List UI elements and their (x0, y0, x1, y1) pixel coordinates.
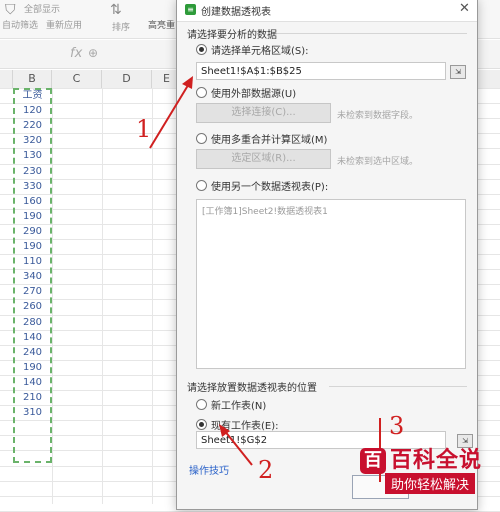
arrow-2 (223, 429, 253, 466)
arrow-1 (149, 81, 191, 149)
annotation-3: 3 (389, 412, 405, 440)
watermark-subtitle: 助你轻松解决 (385, 473, 476, 494)
annotation-2: 2 (258, 456, 274, 484)
watermark-logo: 百 (360, 448, 386, 474)
annotation-1: 1 (136, 115, 152, 143)
watermark-title: 百科全说 (390, 448, 483, 473)
annotation-overlay (149, 76, 381, 482)
